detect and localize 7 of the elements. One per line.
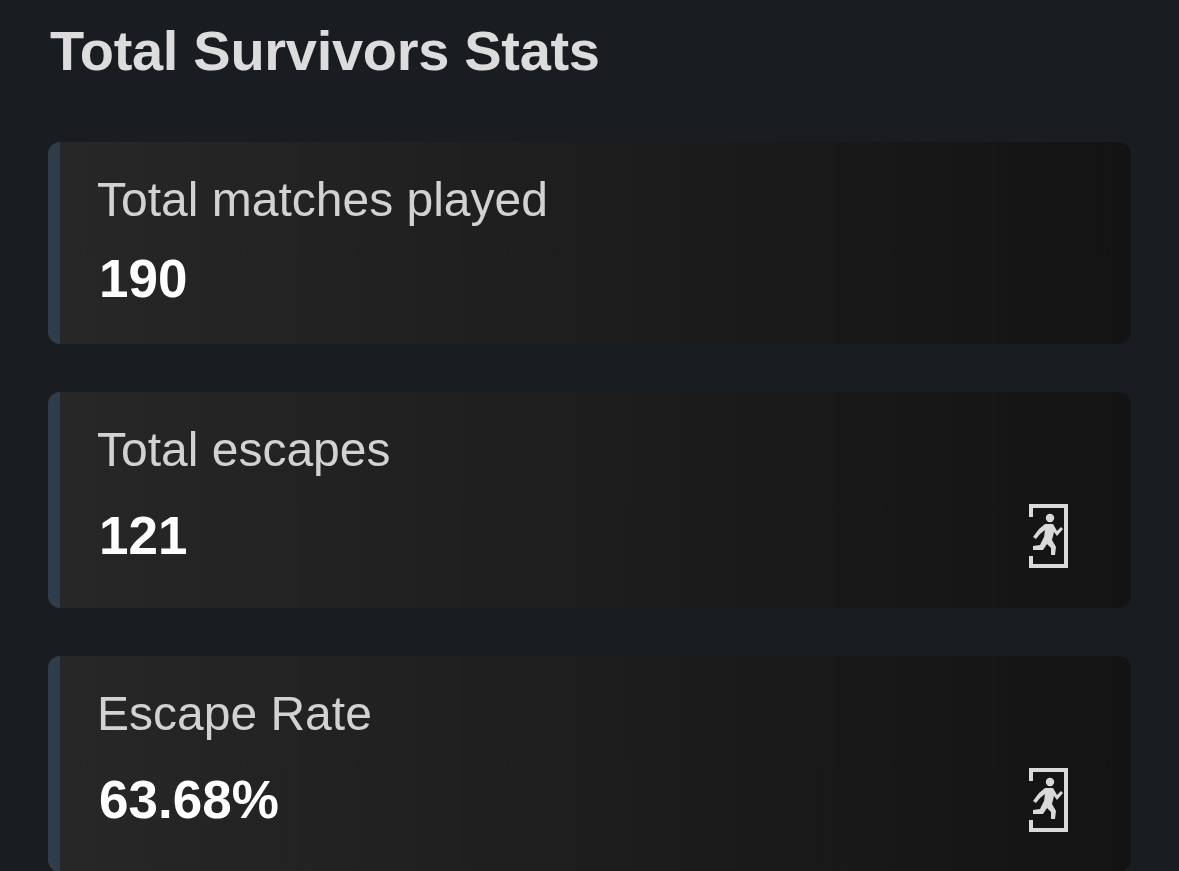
stat-value: 63.68% — [99, 771, 279, 829]
stat-value: 121 — [99, 507, 188, 565]
page-title: Total Survivors Stats — [50, 18, 601, 84]
stat-value: 190 — [99, 250, 188, 308]
stat-label: Total matches played — [97, 172, 549, 228]
stat-label: Escape Rate — [97, 686, 373, 742]
stat-label: Total escapes — [97, 422, 392, 478]
